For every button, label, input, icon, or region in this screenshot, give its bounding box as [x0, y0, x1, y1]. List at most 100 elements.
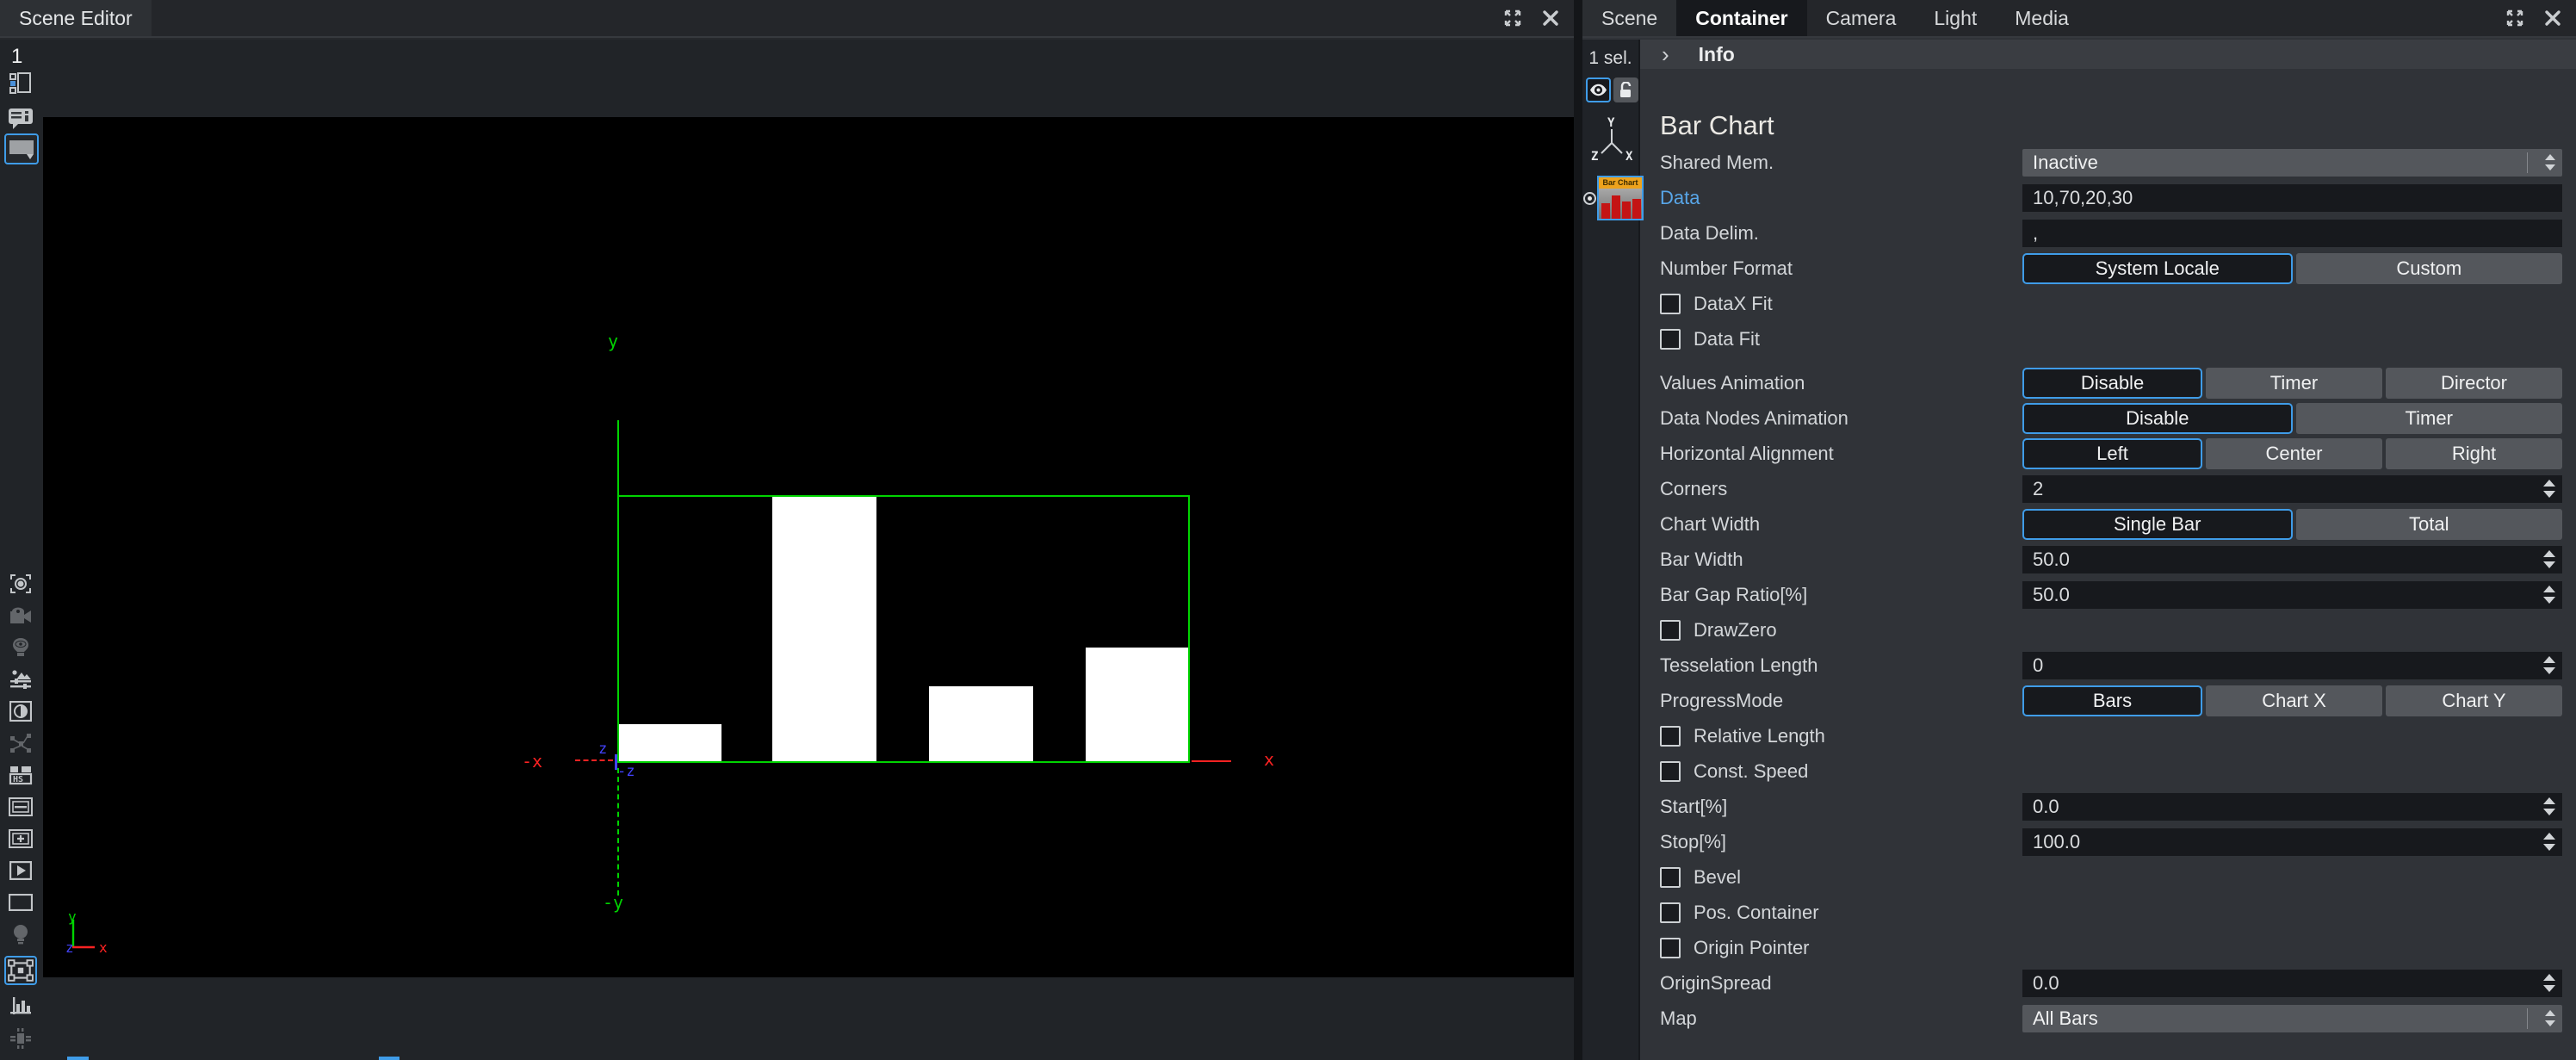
- chart-width-total-button[interactable]: Total: [2296, 509, 2563, 540]
- number-format-custom-button[interactable]: Custom: [2296, 253, 2563, 284]
- chart-width-single-bar-button[interactable]: Single Bar: [2022, 509, 2293, 540]
- data-delim-input[interactable]: ,: [2022, 220, 2562, 247]
- prop-label: Map: [1660, 1007, 2022, 1030]
- info-tooltip-icon[interactable]: [8, 106, 34, 132]
- bulb-icon[interactable]: [8, 924, 34, 945]
- origin-pointer-checkbox[interactable]: [1660, 938, 1681, 958]
- eye-icon: [1589, 84, 1607, 96]
- corners-spinner[interactable]: 2: [2022, 475, 2562, 503]
- hs-boxes-icon[interactable]: HS: [8, 765, 34, 785]
- spinner-arrows-icon[interactable]: [2543, 970, 2555, 997]
- spinner-arrows-icon[interactable]: [2543, 828, 2555, 856]
- info-section-header[interactable]: › Info: [1640, 40, 2576, 69]
- axis-orientation-gizmo[interactable]: Y Z X: [1588, 117, 1636, 165]
- data-nodes-animation-disable-button[interactable]: Disable: [2022, 403, 2293, 434]
- node-radio-button[interactable]: [1583, 192, 1596, 205]
- bar-gap-ratio-spinner[interactable]: 50.0: [2022, 581, 2562, 609]
- bar-chart-thumbnail[interactable]: Bar Chart: [1597, 176, 1644, 220]
- bar-width-spinner[interactable]: 50.0: [2022, 546, 2562, 573]
- tab-container[interactable]: Container: [1676, 0, 1806, 36]
- spinner-arrows-icon[interactable]: [2543, 546, 2555, 573]
- data-nodes-animation-timer-button[interactable]: Timer: [2296, 403, 2563, 434]
- tab-light[interactable]: Light: [1915, 0, 1996, 36]
- gizmo-x-label: X: [1625, 150, 1633, 164]
- camera-focus-icon[interactable]: [8, 573, 34, 594]
- alignment-left-button[interactable]: Left: [2022, 438, 2202, 469]
- relative-length-checkbox[interactable]: [1660, 726, 1681, 747]
- progress-mode-chart-y-button[interactable]: Chart Y: [2386, 685, 2562, 716]
- spinner-arrows-icon[interactable]: [2543, 581, 2555, 609]
- data-input[interactable]: 10,70,20,30: [2022, 184, 2562, 212]
- prop-row-tesselation-length: Tesselation Length 0: [1660, 648, 2562, 683]
- progress-mode-bars-button[interactable]: Bars: [2022, 685, 2202, 716]
- add-panel-icon[interactable]: [8, 828, 34, 849]
- map-dropdown[interactable]: All Bars: [2022, 1005, 2562, 1032]
- close-icon[interactable]: [1539, 7, 1562, 29]
- stop-pct-spinner[interactable]: 100.0: [2022, 828, 2562, 856]
- light-visibility-icon[interactable]: [8, 637, 34, 658]
- tab-scene-editor[interactable]: Scene Editor: [0, 0, 152, 36]
- draw-zero-checkbox[interactable]: [1660, 620, 1681, 641]
- selection-frame-tool[interactable]: [4, 956, 37, 985]
- image-adjust-icon[interactable]: [8, 669, 34, 690]
- panel-mode-dropdown-icon[interactable]: [4, 133, 39, 164]
- alignment-center-button[interactable]: Center: [2206, 438, 2382, 469]
- tab-media[interactable]: Media: [1996, 0, 2088, 36]
- spinner-arrows-icon[interactable]: [2543, 652, 2555, 679]
- unlock-icon: [1619, 82, 1634, 99]
- spinner-arrows-icon[interactable]: [2543, 793, 2555, 821]
- data-fit-checkbox[interactable]: [1660, 329, 1681, 350]
- const-speed-checkbox[interactable]: [1660, 761, 1681, 782]
- prop-row-datax-fit: DataX Fit: [1660, 286, 2562, 321]
- node-graph-icon[interactable]: [8, 733, 34, 753]
- rectangle-icon[interactable]: [8, 892, 34, 913]
- checkbox-label: Relative Length: [1694, 725, 1825, 747]
- viewport-3d[interactable]: y -y -x x z -z y: [43, 117, 1574, 977]
- visibility-toggle-button[interactable]: [1586, 77, 1611, 102]
- tesselation-length-spinner[interactable]: 0: [2022, 652, 2562, 679]
- grid-chip-icon[interactable]: [8, 1028, 34, 1049]
- layout-panels-icon[interactable]: [8, 70, 34, 96]
- thumbnail-title: Bar Chart: [1599, 177, 1642, 189]
- values-animation-director-button[interactable]: Director: [2386, 368, 2562, 399]
- origin-spread-value: 0.0: [2033, 972, 2059, 995]
- maximize-icon[interactable]: [1502, 7, 1524, 29]
- panel-divider[interactable]: [1574, 0, 1582, 1060]
- tab-scene-label: Scene: [1601, 7, 1657, 30]
- tab-media-label: Media: [2015, 7, 2069, 30]
- x-axis-negative-dashed: [575, 759, 613, 761]
- number-format-system-locale-button[interactable]: System Locale: [2022, 253, 2293, 284]
- data-value: 10,70,20,30: [2033, 187, 2133, 209]
- prop-row-bar-gap-ratio: Bar Gap Ratio[%] 50.0: [1660, 577, 2562, 612]
- lock-toggle-button[interactable]: [1613, 77, 1638, 102]
- values-animation-timer-button[interactable]: Timer: [2206, 368, 2382, 399]
- text-panel-icon[interactable]: [8, 797, 34, 817]
- chart-bar-3: [929, 686, 1033, 761]
- origin-spread-spinner[interactable]: 0.0: [2022, 970, 2562, 997]
- datax-fit-checkbox[interactable]: [1660, 294, 1681, 314]
- shared-mem-value: Inactive: [2033, 152, 2098, 174]
- bevel-checkbox[interactable]: [1660, 867, 1681, 888]
- timeline-marker-1[interactable]: [67, 1057, 89, 1060]
- shared-mem-dropdown[interactable]: Inactive: [2022, 149, 2562, 177]
- spinner-arrows-icon[interactable]: [2543, 475, 2555, 503]
- progress-mode-chart-x-button[interactable]: Chart X: [2206, 685, 2382, 716]
- y-axis-negative-dashed: [617, 768, 619, 896]
- map-value: All Bars: [2033, 1007, 2098, 1030]
- pos-container-checkbox[interactable]: [1660, 902, 1681, 923]
- prop-row-bar-width: Bar Width 50.0: [1660, 542, 2562, 577]
- start-pct-spinner[interactable]: 0.0: [2022, 793, 2562, 821]
- play-panel-icon[interactable]: [8, 860, 34, 881]
- camera-visibility-icon[interactable]: [8, 605, 34, 626]
- values-animation-disable-button[interactable]: Disable: [2022, 368, 2202, 399]
- maximize-icon[interactable]: [2504, 7, 2526, 29]
- gizmo-label-y: y: [68, 911, 77, 925]
- tab-scene[interactable]: Scene: [1582, 0, 1676, 36]
- alignment-right-button[interactable]: Right: [2386, 438, 2562, 469]
- prop-label: Values Animation: [1660, 372, 2022, 394]
- timeline-marker-2[interactable]: [379, 1057, 399, 1060]
- contrast-icon[interactable]: [8, 701, 34, 722]
- tab-camera[interactable]: Camera: [1807, 0, 1916, 36]
- bar-chart-tool-icon[interactable]: [8, 996, 34, 1017]
- close-icon[interactable]: [2542, 7, 2564, 29]
